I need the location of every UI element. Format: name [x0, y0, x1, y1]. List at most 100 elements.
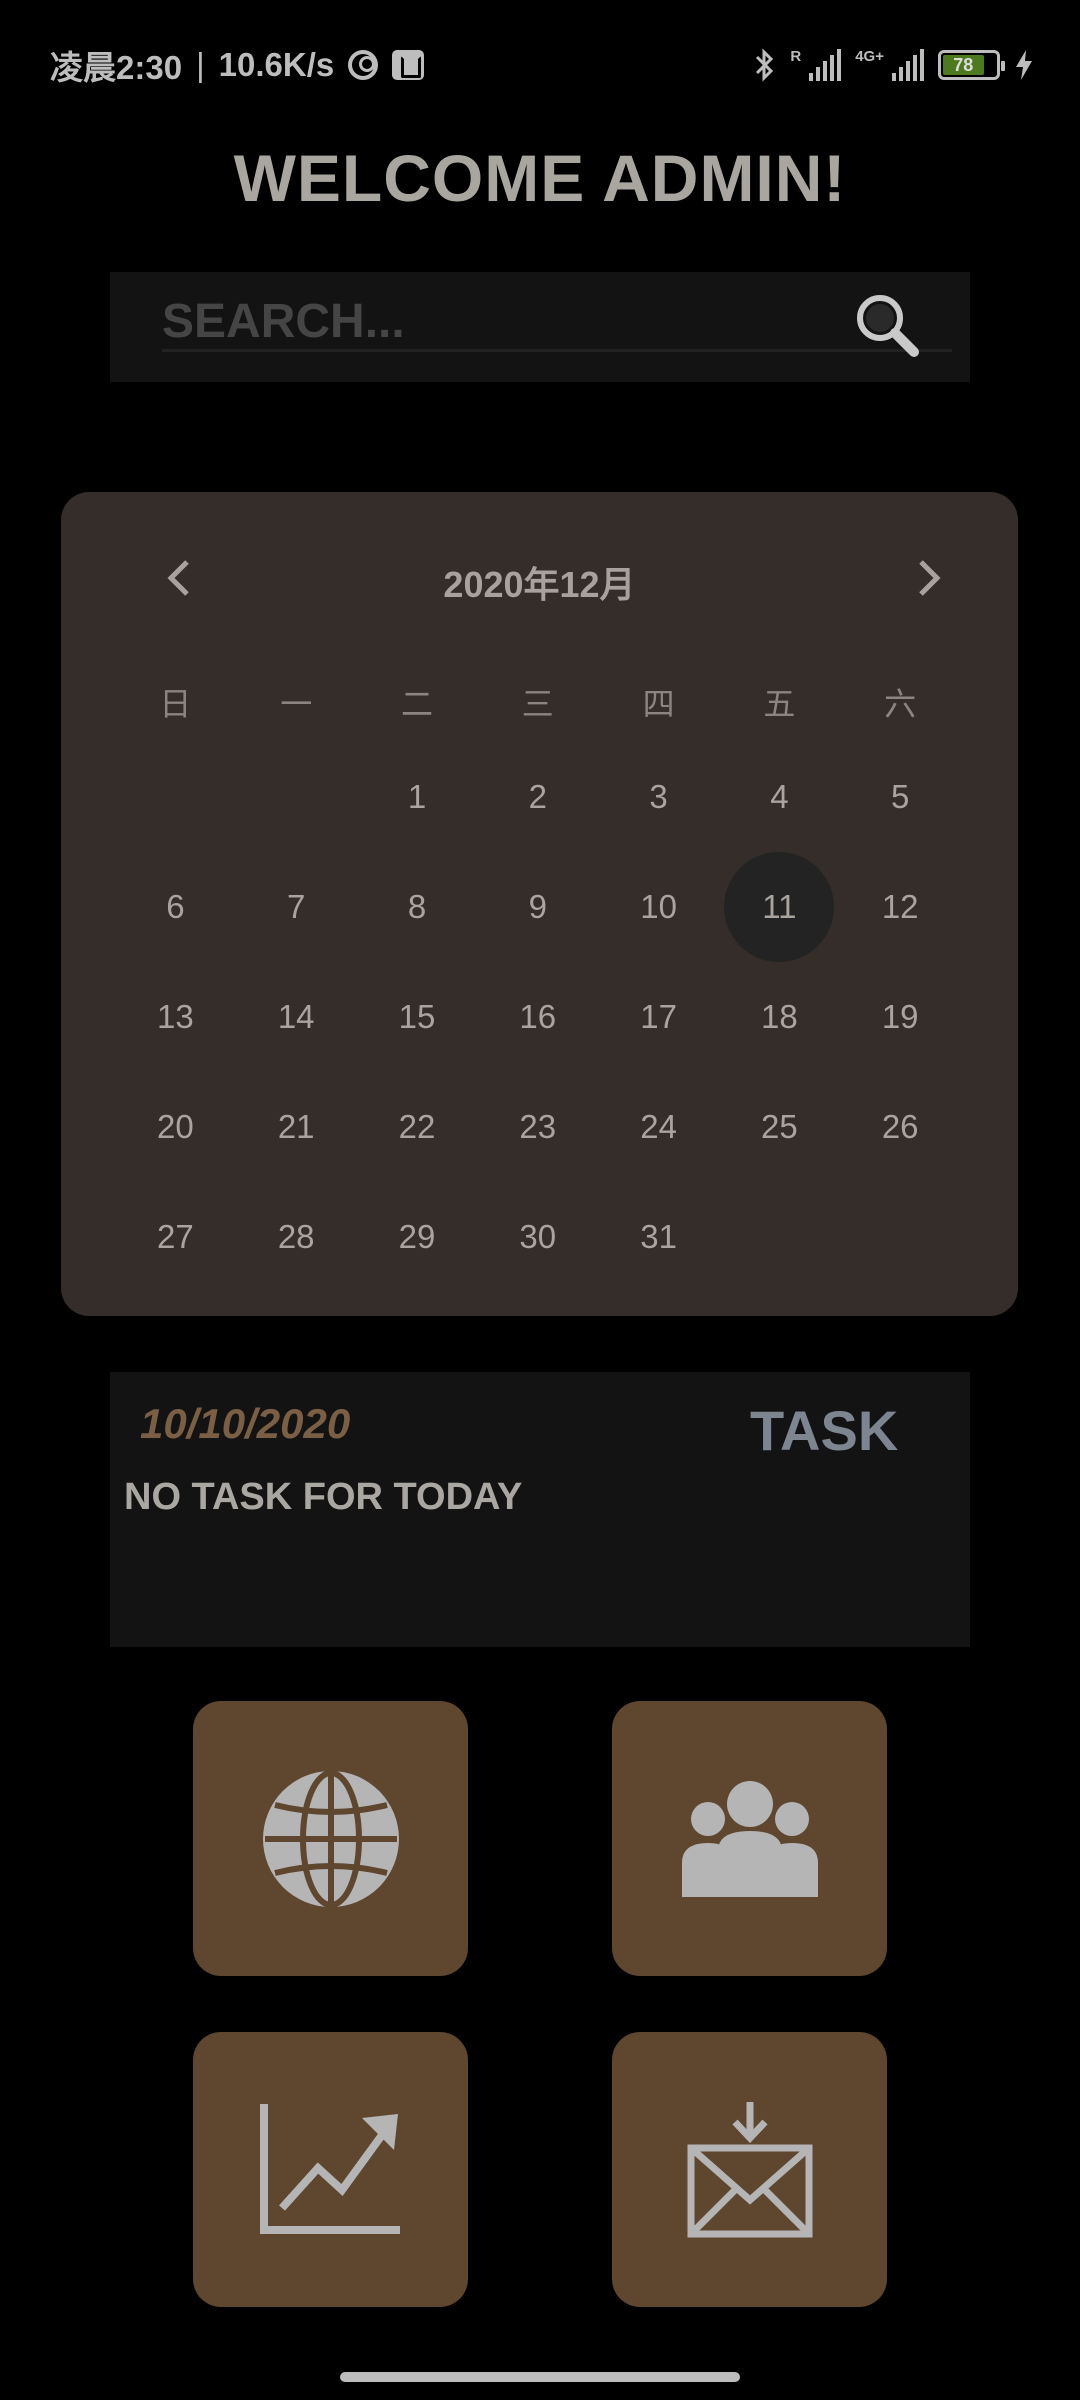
calendar-day-number: 31: [640, 1218, 677, 1255]
calendar-day-number: 23: [519, 1108, 557, 1145]
calendar-day[interactable]: 14: [236, 962, 357, 1072]
calendar-day-number: 1: [407, 778, 427, 815]
calendar-day[interactable]: 11: [719, 852, 840, 962]
search-bar: [110, 272, 970, 382]
calendar-weekday-label: 二: [400, 686, 433, 722]
calendar-week-row: 6 7 8 9 10 11 12: [115, 852, 961, 962]
status-left: 凌晨2:30 | 10.6K/s: [50, 41, 425, 89]
calendar-week-row: 27 28 29 30 31: [115, 1182, 961, 1292]
task-label[interactable]: TASK: [750, 1398, 898, 1463]
status-time: 凌晨2:30: [50, 49, 183, 86]
charging-icon: [1016, 50, 1032, 80]
users-icon: [681, 1780, 818, 1897]
calendar-day-number: 20: [157, 1108, 194, 1145]
calendar-weekday-label: 三: [521, 686, 554, 722]
calendar-day[interactable]: 27: [115, 1182, 236, 1292]
search-icon[interactable]: [852, 290, 922, 360]
calendar-day-number: 11: [762, 888, 797, 925]
calendar-empty-cell: [236, 742, 357, 852]
calendar-day-number: 15: [398, 998, 436, 1035]
calendar-header: 2020年12月: [61, 550, 1018, 606]
calendar-day-number: 19: [881, 998, 919, 1035]
calendar-week-row: 20 21 22 23 24 25 26: [115, 1072, 961, 1182]
calendar-day[interactable]: 20: [115, 1072, 236, 1182]
calendar-day[interactable]: 12: [840, 852, 961, 962]
statistics-tile-button[interactable]: [193, 2032, 468, 2307]
mi-app-icon: [392, 50, 425, 80]
calendar-day[interactable]: 18: [719, 962, 840, 1072]
calendar-day-number: 6: [166, 888, 185, 925]
status-separator: |: [196, 46, 205, 83]
calendar-day[interactable]: 1: [357, 742, 478, 852]
calendar-day-number: 12: [881, 888, 919, 925]
calendar-weekday-label: 一: [280, 686, 313, 722]
calendar-day[interactable]: 2: [477, 742, 598, 852]
network-speed: 10.6K/s: [218, 46, 335, 83]
calendar-week-row: 13 14 15 16 17 18 19: [115, 962, 961, 1072]
next-month-button[interactable]: [901, 550, 957, 606]
calendar-day-number: 9: [528, 888, 547, 925]
calendar-day-number: 4: [770, 778, 789, 815]
calendar-day-number: 13: [157, 998, 194, 1035]
battery-icon: 78: [938, 50, 1005, 80]
calendar-day-number: 8: [407, 888, 427, 925]
battery-level: 78: [943, 55, 984, 75]
calendar-month-title: 2020年12月: [443, 564, 636, 605]
calendar-day[interactable]: 29: [357, 1182, 478, 1292]
calendar-weekday-label: 日: [159, 686, 192, 722]
calendar-day[interactable]: 23: [477, 1072, 598, 1182]
calendar-day-number: 28: [277, 1218, 315, 1255]
users-tile-button[interactable]: [612, 1701, 887, 1976]
globe-icon: [262, 1769, 399, 1908]
calendar-day[interactable]: 4: [719, 742, 840, 852]
calendar-day-number: 14: [277, 998, 315, 1035]
calendar-day[interactable]: 25: [719, 1072, 840, 1182]
sync-icon: [348, 50, 379, 80]
calendar-day[interactable]: 7: [236, 852, 357, 962]
calendar-day[interactable]: 31: [598, 1182, 719, 1292]
calendar-day[interactable]: 24: [598, 1072, 719, 1182]
calendar-weekday-label: 五: [763, 686, 796, 722]
calendar-day[interactable]: 16: [477, 962, 598, 1072]
chevron-right-icon: [919, 560, 941, 596]
calendar-empty-cell: [840, 1182, 961, 1292]
globe-tile-button[interactable]: [193, 1701, 468, 1976]
calendar-day-number: 24: [640, 1108, 677, 1145]
signal-icon-sim1: [809, 49, 842, 81]
calendar-day[interactable]: 30: [477, 1182, 598, 1292]
calendar-weekday-label: 六: [884, 686, 917, 722]
calendar-day-number: 22: [398, 1108, 436, 1145]
calendar-day-number: 2: [528, 778, 547, 815]
calendar-day[interactable]: 9: [477, 852, 598, 962]
calendar-day[interactable]: 28: [236, 1182, 357, 1292]
task-date: 10/10/2020: [140, 1400, 351, 1447]
calendar-day[interactable]: 19: [840, 962, 961, 1072]
calendar-day[interactable]: 22: [357, 1072, 478, 1182]
calendar-day[interactable]: 6: [115, 852, 236, 962]
calendar-weekday-label: 四: [642, 686, 675, 722]
calendar-day[interactable]: 5: [840, 742, 961, 852]
calendar-week-row: 1 2 3 4 5: [115, 742, 961, 852]
calendar-weekday-row: 日一二三四五六: [115, 662, 961, 742]
calendar-day[interactable]: 13: [115, 962, 236, 1072]
task-card: 10/10/2020 TASK NO TASK FOR TODAY: [110, 1372, 970, 1647]
mail-tile-button[interactable]: [612, 2032, 887, 2307]
task-empty-message: NO TASK FOR TODAY: [124, 1476, 523, 1518]
home-indicator[interactable]: [340, 2372, 740, 2382]
calendar-day[interactable]: 26: [840, 1072, 961, 1182]
calendar-day[interactable]: 17: [598, 962, 719, 1072]
calendar-day[interactable]: 21: [236, 1072, 357, 1182]
search-input[interactable]: [162, 294, 952, 352]
calendar-day[interactable]: 8: [357, 852, 478, 962]
calendar-day-number: 18: [761, 998, 798, 1035]
calendar: 2020年12月 日一二三四五六 1 2 3 4 5 6 7 8 9 10 11 12 13 14 15 16 1…: [61, 492, 1018, 1316]
sim1-label: R: [790, 48, 802, 65]
calendar-day[interactable]: 10: [598, 852, 719, 962]
mail-download-icon: [687, 2101, 812, 2237]
calendar-day[interactable]: 15: [357, 962, 478, 1072]
status-bar: 凌晨2:30 | 10.6K/s R 4G+ 78: [0, 0, 1080, 130]
calendar-day-number: 30: [519, 1218, 557, 1255]
calendar-day-number: 10: [640, 888, 677, 925]
calendar-day-number: 5: [891, 778, 910, 815]
calendar-day[interactable]: 3: [598, 742, 719, 852]
